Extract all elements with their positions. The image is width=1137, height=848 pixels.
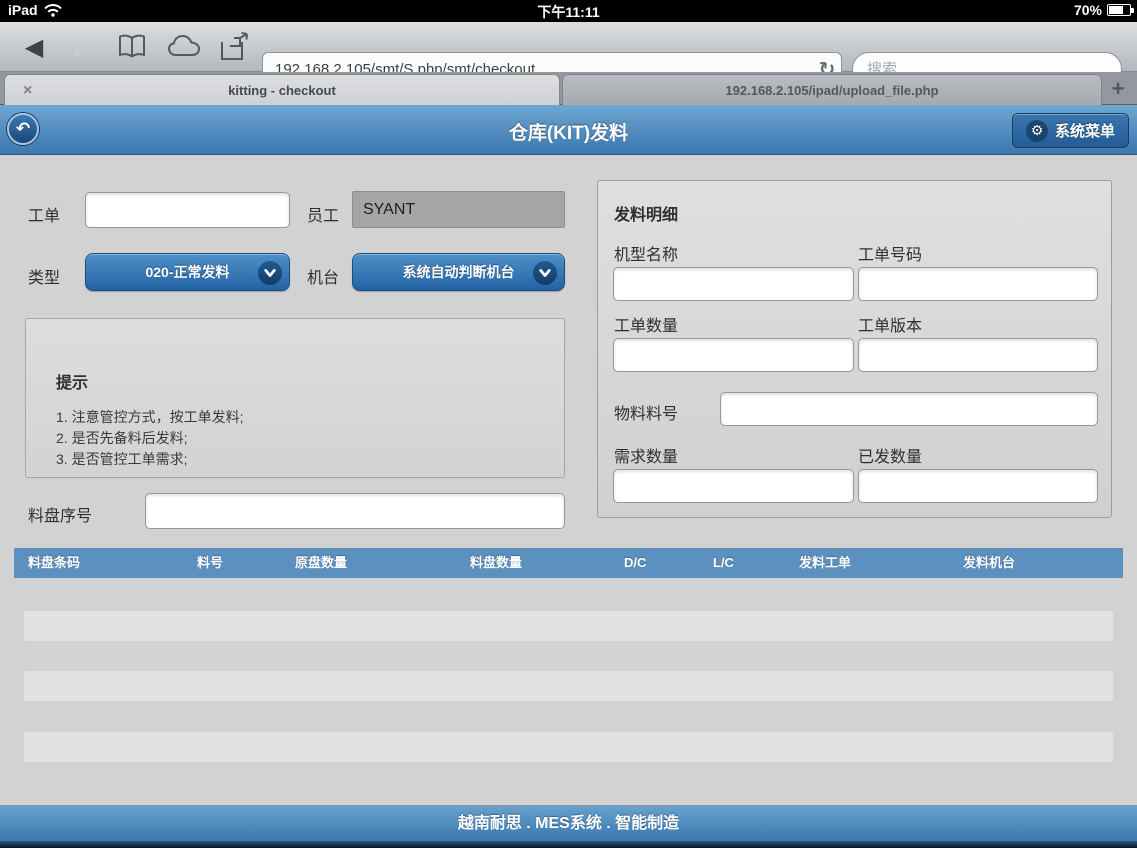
tab-kitting-checkout[interactable]: × kitting - checkout [4, 74, 560, 105]
chevron-down-icon [258, 261, 282, 285]
work-order-label: 工单 [28, 202, 60, 226]
tips-item: 2. 是否先备料后发料; [56, 428, 564, 449]
app-back-button[interactable]: ↶ [7, 113, 39, 145]
status-bar: iPad 下午11:11 70% [0, 0, 1137, 22]
model-name-input[interactable] [613, 267, 854, 301]
tab-label: 192.168.2.105/ipad/upload_file.php [725, 83, 938, 98]
order-version-label: 工单版本 [858, 312, 922, 336]
tab-upload-file[interactable]: 192.168.2.105/ipad/upload_file.php [562, 74, 1102, 105]
col-tray-qty: 料盘数量 [470, 548, 522, 578]
col-lc: L/C [713, 548, 734, 578]
col-tray-barcode: 料盘条码 [28, 548, 80, 578]
app-footer: 越南耐思 . MES系统 . 智能制造 [0, 805, 1137, 841]
gear-icon: ⚙ [1026, 120, 1048, 142]
type-dropdown-value: 020-正常发料 [145, 262, 229, 282]
type-label: 类型 [28, 264, 60, 288]
machine-dropdown-value: 系统自动判断机台 [403, 262, 515, 282]
required-qty-label: 需求数量 [614, 443, 678, 467]
material-no-label: 物料料号 [614, 400, 678, 424]
tips-item: 3. 是否管控工单需求; [56, 449, 564, 470]
order-version-input[interactable] [858, 338, 1098, 372]
detail-panel-title: 发料明细 [614, 201, 678, 225]
share-icon[interactable] [218, 32, 250, 62]
tips-title: 提示 [56, 369, 564, 393]
chevron-down-icon [533, 261, 557, 285]
employee-value: SYANT [352, 191, 565, 228]
new-tab-button[interactable]: + [1103, 72, 1133, 105]
tray-serial-label: 料盘序号 [28, 502, 92, 526]
app-header: 仓库(KIT)发料 ↶ ⚙ 系统菜单 [0, 105, 1137, 155]
system-menu-label: 系统菜单 [1055, 120, 1115, 141]
required-qty-input[interactable] [613, 469, 854, 503]
machine-dropdown[interactable]: 系统自动判断机台 [352, 253, 565, 291]
clock: 下午11:11 [0, 2, 1137, 22]
tab-label: kitting - checkout [228, 83, 336, 98]
col-issue-machine: 发料机台 [963, 548, 1015, 578]
back-arrow-icon: ↶ [16, 119, 30, 139]
table-header-row: 料盘条码 料号 原盘数量 料盘数量 D/C L/C 发料工单 发料机台 [14, 548, 1123, 578]
tab-bar: × kitting - checkout 192.168.2.105/ipad/… [0, 72, 1137, 105]
browser-toolbar: ◀ ▶ ↻ [0, 22, 1137, 72]
issued-qty-input[interactable] [858, 469, 1098, 503]
col-issue-order: 发料工单 [799, 548, 851, 578]
browser-forward-button: ▶ [64, 22, 104, 72]
close-tab-icon[interactable]: × [23, 75, 32, 106]
table-row [24, 611, 1113, 641]
order-no-input[interactable] [858, 267, 1098, 301]
browser-back-button[interactable]: ◀ [14, 22, 54, 72]
issue-detail-panel: 发料明细 机型名称 工单号码 工单数量 工单版本 物料料号 需求数量 已发数量 [597, 180, 1112, 518]
tips-panel: 提示 1. 注意管控方式，按工单发料; 2. 是否先备料后发料; 3. 是否管控… [25, 318, 565, 478]
material-no-input[interactable] [720, 392, 1098, 426]
order-qty-input[interactable] [613, 338, 854, 372]
table-row [24, 732, 1113, 762]
model-name-label: 机型名称 [614, 241, 678, 265]
bookmarks-icon[interactable] [116, 32, 148, 60]
col-part-no: 料号 [197, 548, 223, 578]
machine-label: 机台 [307, 264, 339, 288]
icloud-icon[interactable] [166, 32, 202, 60]
order-no-label: 工单号码 [858, 241, 922, 265]
work-order-input[interactable] [85, 192, 290, 228]
col-dc: D/C [624, 548, 646, 578]
issued-qty-label: 已发数量 [858, 443, 922, 467]
employee-label: 员工 [307, 202, 339, 226]
battery-percent: 70% [1074, 2, 1102, 18]
type-dropdown[interactable]: 020-正常发料 [85, 253, 290, 291]
col-original-qty: 原盘数量 [295, 548, 347, 578]
tray-serial-input[interactable] [145, 493, 565, 529]
battery-icon [1107, 4, 1131, 16]
page-title: 仓库(KIT)发料 [0, 118, 1137, 145]
system-menu-button[interactable]: ⚙ 系统菜单 [1012, 113, 1129, 148]
tips-item: 1. 注意管控方式，按工单发料; [56, 407, 564, 428]
order-qty-label: 工单数量 [614, 312, 678, 336]
footer-edge [0, 841, 1137, 848]
table-row [24, 671, 1113, 701]
